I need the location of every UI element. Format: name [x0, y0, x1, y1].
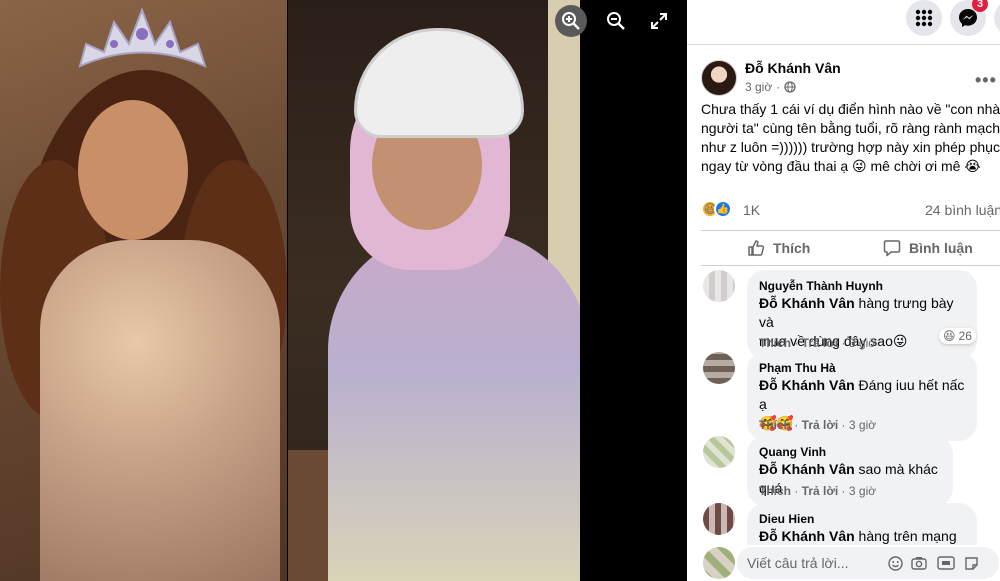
globe-icon [784, 81, 796, 93]
post-header: Đỗ Khánh Vân 3 giờ · [701, 56, 1000, 96]
comment-reply-link[interactable]: Trả lời [802, 336, 839, 350]
post-time: 3 giờ · [745, 80, 796, 94]
comment-author[interactable]: Dieu Hien [759, 511, 965, 527]
zoom-in-button[interactable] [555, 5, 587, 37]
gif-icon[interactable] [937, 555, 955, 571]
photo-viewer [0, 0, 687, 581]
reactions-summary[interactable]: 😆 👍 1K 24 bình luận [701, 198, 1000, 220]
account-button[interactable] [994, 0, 1000, 36]
sticker-icon[interactable] [963, 555, 979, 571]
comment-reaction-count: 26 [958, 329, 972, 343]
camera-icon[interactable] [911, 555, 927, 571]
comment-like-link[interactable]: Thích [759, 418, 791, 432]
photo-raincoat[interactable] [288, 0, 580, 581]
photo-detail [78, 100, 188, 240]
action-bar: Thích Bình luận [701, 234, 1000, 262]
haha-reaction-icon: 😆 [943, 329, 956, 343]
comment-button[interactable]: Bình luận [883, 234, 973, 262]
notification-badge: 3 [972, 0, 988, 12]
comment-count[interactable]: 24 bình luận [925, 202, 1000, 218]
comment-label: Bình luận [909, 240, 973, 256]
avatar[interactable] [701, 60, 737, 96]
comment-mention[interactable]: Đỗ Khánh Vân [759, 461, 855, 477]
post-time-label[interactable]: 3 giờ [745, 80, 772, 94]
post-text: Chưa thấy 1 cái ví dụ điển hình nào về "… [701, 101, 1000, 174]
avatar[interactable] [703, 503, 735, 535]
avatar[interactable] [703, 436, 735, 468]
grid-menu-icon [915, 9, 933, 27]
comment-author[interactable]: Quang Vinh [759, 444, 941, 460]
fullscreen-icon [651, 13, 667, 29]
crown-detail [78, 7, 207, 68]
messenger-icon [959, 9, 977, 27]
comment-reply-link[interactable]: Trả lời [802, 484, 839, 498]
comment-like-link[interactable]: Thích [759, 484, 791, 498]
like-button[interactable]: Thích [747, 234, 810, 262]
reaction-count: 1K [743, 202, 761, 218]
menu-button[interactable] [906, 0, 942, 36]
divider [701, 230, 1000, 231]
photo-detail [354, 28, 524, 138]
comment-author[interactable]: Phạm Thu Hà [759, 360, 965, 376]
comment-mention[interactable]: Đỗ Khánh Vân [759, 295, 855, 311]
like-label: Thích [773, 240, 811, 256]
author-name[interactable]: Đỗ Khánh Vân [745, 60, 841, 76]
emoji-icon[interactable] [887, 555, 903, 571]
comment-like-link[interactable]: Thích [759, 336, 791, 350]
avatar[interactable] [703, 270, 735, 302]
zoom-out-button[interactable] [600, 5, 632, 37]
fullscreen-button[interactable] [643, 5, 675, 37]
photo-detail [40, 240, 280, 581]
zoom-out-icon [607, 12, 625, 30]
comment-meta: Thích · Trả lời · 3 giờ [759, 336, 877, 350]
comment-time[interactable]: 3 giờ [849, 484, 876, 498]
photo-detail [328, 230, 580, 581]
post-panel: 3 Đỗ Khánh Vân 3 giờ · ••• Chưa thấy 1 c… [687, 0, 1000, 581]
thumbs-up-icon [748, 240, 765, 256]
like-reaction-icon: 👍 [714, 200, 732, 218]
zoom-in-icon [562, 12, 580, 30]
comment-mention[interactable]: Đỗ Khánh Vân [759, 377, 855, 393]
photo-miss-universe[interactable] [0, 0, 287, 581]
comment-author[interactable]: Nguyễn Thành Huynh [759, 278, 965, 294]
comment-time[interactable]: 3 giờ [849, 418, 876, 432]
divider [701, 265, 1000, 266]
comment-time[interactable]: 3 giờ [849, 336, 876, 350]
comment-icon [883, 240, 901, 257]
comment-reply-link[interactable]: Trả lời [802, 418, 839, 432]
comment-reactions[interactable]: 😆 26 [939, 328, 976, 344]
divider [687, 44, 1000, 45]
reply-box [701, 545, 1000, 581]
comment-mention[interactable]: Đỗ Khánh Vân [759, 528, 855, 544]
reply-input[interactable] [737, 547, 999, 579]
comment-meta: Thích · Trả lời · 3 giờ [759, 484, 877, 498]
more-options-icon[interactable]: ••• [975, 70, 997, 91]
avatar [703, 547, 735, 579]
comment-meta: Thích · Trả lời · 3 giờ [759, 418, 877, 432]
top-bar: 3 [687, 0, 1000, 44]
avatar[interactable] [703, 352, 735, 384]
